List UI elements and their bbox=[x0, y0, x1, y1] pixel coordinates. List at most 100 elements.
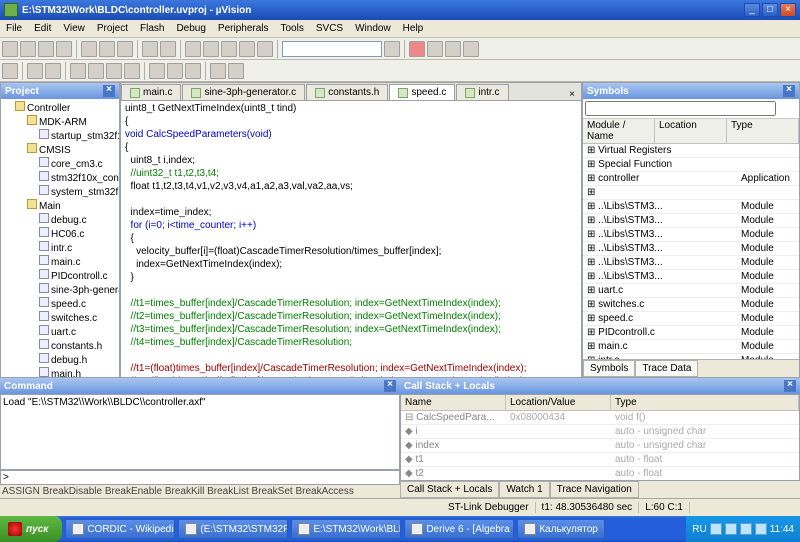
tab-callstack[interactable]: Call Stack + Locals bbox=[400, 481, 499, 498]
menu-project[interactable]: Project bbox=[91, 21, 134, 36]
symbol-row[interactable]: ⊞ speed.cModule bbox=[583, 312, 799, 326]
copy-icon[interactable] bbox=[99, 41, 115, 57]
project-tree[interactable]: ControllerMDK-ARMstartup_stm32f10x_mdCMS… bbox=[1, 99, 119, 377]
menu-help[interactable]: Help bbox=[397, 21, 430, 36]
indent-icon[interactable] bbox=[185, 41, 201, 57]
locals-list[interactable]: ⊟ CalcSpeedPara...0x08000434void f() ◆ i… bbox=[401, 411, 799, 481]
tab-sine-3ph-generator-c[interactable]: sine-3ph-generator.c bbox=[182, 84, 305, 100]
open-icon[interactable] bbox=[20, 41, 36, 57]
find-combo[interactable] bbox=[282, 41, 382, 57]
trace-icon[interactable] bbox=[210, 63, 226, 79]
run-to-cursor-icon[interactable] bbox=[124, 63, 140, 79]
local-row[interactable]: ⊟ CalcSpeedPara...0x08000434void f() bbox=[401, 411, 799, 425]
symbol-row[interactable]: ⊞ uart.cModule bbox=[583, 284, 799, 298]
tray-icon[interactable] bbox=[740, 523, 752, 535]
save-icon[interactable] bbox=[38, 41, 54, 57]
symbol-row[interactable]: ⊞ ..\Libs\STM3...Module bbox=[583, 214, 799, 228]
symbols-close-icon[interactable]: × bbox=[783, 85, 795, 97]
bookmark-next-icon[interactable] bbox=[239, 41, 255, 57]
symbol-row[interactable]: ⊞ controllerApplication bbox=[583, 172, 799, 186]
menu-window[interactable]: Window bbox=[349, 21, 397, 36]
step-icon[interactable] bbox=[445, 41, 461, 57]
tree-file[interactable]: HC06.c bbox=[39, 227, 117, 241]
tree-file[interactable]: main.c bbox=[39, 255, 117, 269]
tab-main-c[interactable]: main.c bbox=[121, 84, 181, 100]
taskbar-task[interactable]: (E:\STM32\STM32F4... bbox=[178, 519, 288, 539]
symbol-row[interactable]: ⊞ Virtual Registers bbox=[583, 144, 799, 158]
taskbar-task[interactable]: Derive 6 - [Algebra 1] bbox=[404, 519, 514, 539]
clock[interactable]: 11:44 bbox=[770, 524, 794, 535]
symbols-filter[interactable] bbox=[585, 101, 776, 116]
menu-edit[interactable]: Edit bbox=[28, 21, 57, 36]
command-close-icon[interactable]: × bbox=[384, 380, 396, 392]
debug-icon[interactable] bbox=[409, 41, 425, 57]
system-tray[interactable]: RU 11:44 bbox=[686, 516, 800, 542]
tab-symbols[interactable]: Symbols bbox=[583, 360, 635, 377]
symbol-row[interactable]: ⊞ bbox=[583, 186, 799, 200]
menu-view[interactable]: View bbox=[57, 21, 91, 36]
tab-speed-c[interactable]: speed.c bbox=[389, 84, 455, 100]
bookmark-prev-icon[interactable] bbox=[257, 41, 273, 57]
local-row[interactable]: ◆ indexauto - unsigned char bbox=[401, 439, 799, 453]
symbol-row[interactable]: ⊞ Special Function Re... bbox=[583, 158, 799, 172]
config-icon[interactable] bbox=[463, 41, 479, 57]
tree-file[interactable]: sine-3ph-generator.c bbox=[39, 283, 117, 297]
local-row[interactable]: ◆ t1auto - float bbox=[401, 453, 799, 467]
locals-close-icon[interactable]: × bbox=[784, 380, 796, 392]
maximize-button[interactable]: □ bbox=[762, 3, 778, 17]
symbol-row[interactable]: ⊞ ..\Libs\STM3...Module bbox=[583, 200, 799, 214]
menu-file[interactable]: File bbox=[0, 21, 28, 36]
tree-file[interactable]: switches.c bbox=[39, 311, 117, 325]
command-input[interactable] bbox=[11, 471, 399, 484]
symbol-row[interactable]: ⊞ main.cModule bbox=[583, 340, 799, 354]
tree-file[interactable]: debug.h bbox=[39, 353, 117, 367]
new-icon[interactable] bbox=[2, 41, 18, 57]
symbol-row[interactable]: ⊞ ..\Libs\STM3...Module bbox=[583, 242, 799, 256]
menu-svcs[interactable]: SVCS bbox=[310, 21, 349, 36]
tree-file[interactable]: speed.c bbox=[39, 297, 117, 311]
symbols-list[interactable]: ⊞ Virtual Registers⊞ Special Function Re… bbox=[583, 144, 799, 359]
cut-icon[interactable] bbox=[81, 41, 97, 57]
tree-file[interactable]: startup_stm32f10x_md bbox=[39, 129, 117, 143]
taskbar-task[interactable]: Калькулятор bbox=[517, 519, 605, 539]
find-icon[interactable] bbox=[384, 41, 400, 57]
reset-icon[interactable] bbox=[2, 63, 18, 79]
symbol-row[interactable]: ⊞ ..\Libs\STM3...Module bbox=[583, 256, 799, 270]
tree-file[interactable]: core_cm3.c bbox=[39, 157, 117, 171]
local-row[interactable]: ◆ iauto - unsigned char bbox=[401, 425, 799, 439]
menu-peripherals[interactable]: Peripherals bbox=[212, 21, 275, 36]
tree-file[interactable]: constants.h bbox=[39, 339, 117, 353]
stop-icon[interactable] bbox=[45, 63, 61, 79]
command-output[interactable]: Load "E:\\STM32\\Work\\BLDC\\controller.… bbox=[0, 394, 400, 470]
symbol-row[interactable]: ⊞ PIDcontroll.cModule bbox=[583, 326, 799, 340]
step-into-icon[interactable] bbox=[70, 63, 86, 79]
menu-debug[interactable]: Debug bbox=[170, 21, 211, 36]
bookmark-icon[interactable] bbox=[221, 41, 237, 57]
redo-icon[interactable] bbox=[160, 41, 176, 57]
breakpoint-icon[interactable] bbox=[427, 41, 443, 57]
undo-icon[interactable] bbox=[142, 41, 158, 57]
tab-close-icon[interactable]: × bbox=[563, 89, 581, 100]
tray-icon[interactable] bbox=[710, 523, 722, 535]
memory-icon[interactable] bbox=[167, 63, 183, 79]
analyzer-icon[interactable] bbox=[185, 63, 201, 79]
step-over-icon[interactable] bbox=[88, 63, 104, 79]
symbol-row[interactable]: ⊞ ..\Libs\STM3...Module bbox=[583, 270, 799, 284]
menu-flash[interactable]: Flash bbox=[134, 21, 170, 36]
tab-trace-nav[interactable]: Trace Navigation bbox=[550, 481, 639, 498]
menu-tools[interactable]: Tools bbox=[275, 21, 310, 36]
tree-file[interactable]: PIDcontroll.c bbox=[39, 269, 117, 283]
taskbar-task[interactable]: E:\STM32\Work\BLDC... bbox=[291, 519, 401, 539]
tree-file[interactable]: stm32f10x_conf.h bbox=[39, 171, 117, 185]
close-button[interactable]: × bbox=[780, 3, 796, 17]
taskbar-task[interactable]: CORDIC - Wikipedia, ... bbox=[65, 519, 175, 539]
tab-intr-c[interactable]: intr.c bbox=[456, 84, 508, 100]
tab-constants-h[interactable]: constants.h bbox=[306, 84, 388, 100]
tray-icon[interactable] bbox=[725, 523, 737, 535]
code-area[interactable]: uint8_t GetNextTimeIndex(uint8_t tind) {… bbox=[121, 101, 581, 377]
tree-file[interactable]: main.h bbox=[39, 367, 117, 377]
coverage-icon[interactable] bbox=[228, 63, 244, 79]
tree-file[interactable]: intr.c bbox=[39, 241, 117, 255]
window-icon[interactable] bbox=[149, 63, 165, 79]
project-close-icon[interactable]: × bbox=[103, 85, 115, 97]
